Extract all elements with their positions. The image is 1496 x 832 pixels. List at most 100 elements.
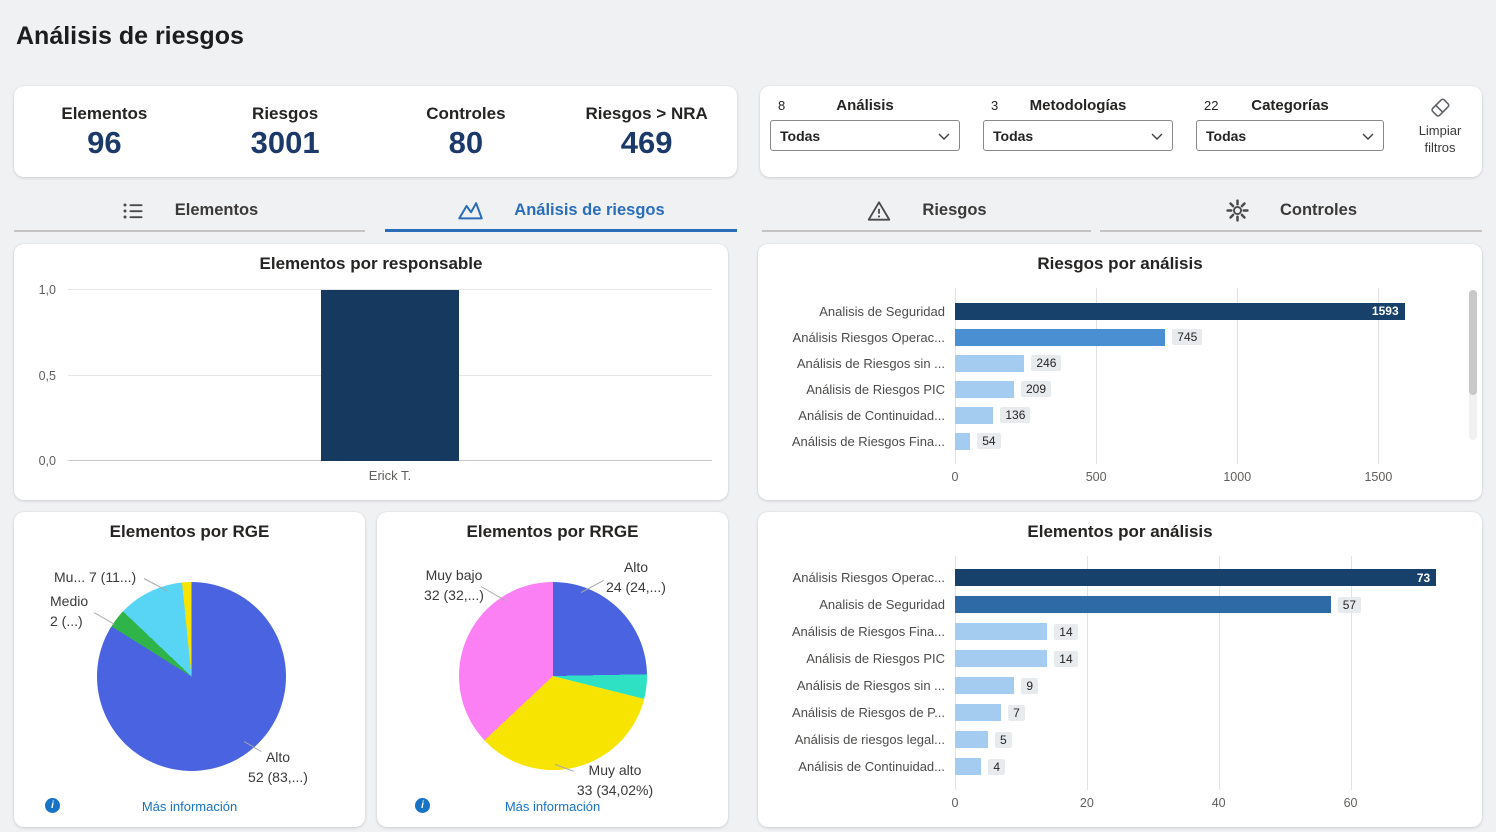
- bar-track: 7: [955, 704, 1456, 721]
- pie-callout: Muy alto 33 (34,02%): [569, 761, 661, 801]
- bar[interactable]: [955, 381, 1014, 398]
- tab-riesgos[interactable]: Riesgos: [762, 191, 1091, 232]
- kpi-value: 96: [14, 127, 195, 160]
- kpi-riesgos: Riesgos 3001: [195, 104, 376, 160]
- category-label: Análisis de Riesgos PIC: [772, 651, 955, 666]
- bar[interactable]: [955, 623, 1047, 640]
- bar[interactable]: 73: [955, 569, 1436, 586]
- bar-chart: Análisis Riesgos Operac...73Analisis de …: [758, 512, 1482, 827]
- scrollbar-thumb[interactable]: [1469, 290, 1477, 395]
- value-label: 745: [1172, 329, 1202, 345]
- pie-callout: Mu... 7 (11...): [54, 568, 136, 588]
- kpi-label: Controles: [376, 104, 557, 124]
- bar-row[interactable]: Analisis de Seguridad 1593: [772, 298, 1456, 324]
- bar-track: 14: [955, 623, 1456, 640]
- pie-chart[interactable]: [97, 582, 286, 771]
- tab-label: Elementos: [175, 201, 258, 220]
- filter-label: Metodologías: [983, 93, 1173, 114]
- bar[interactable]: [955, 433, 970, 450]
- more-info-link[interactable]: Más información: [14, 799, 365, 814]
- kpi-value: 3001: [195, 127, 376, 160]
- bar[interactable]: [955, 329, 1165, 346]
- bar[interactable]: [955, 596, 1331, 613]
- kpi-controles: Controles 80: [376, 104, 557, 160]
- bar[interactable]: [955, 731, 988, 748]
- bar-track: 54: [955, 433, 1456, 450]
- dropdown-value: Todas: [780, 128, 820, 144]
- value-label: 1593: [1372, 304, 1399, 318]
- callout-text: Muy bajo: [415, 566, 493, 586]
- bar-row[interactable]: Análisis de Riesgos sin ...246: [772, 350, 1456, 376]
- category-label: Análisis de Riesgos sin ...: [772, 678, 955, 693]
- bar-row[interactable]: Análisis de Riesgos Fina...14: [772, 618, 1456, 645]
- filters-panel: 8 Análisis Todas 3 Metodologías Todas 22…: [760, 86, 1482, 177]
- bar[interactable]: [955, 758, 981, 775]
- chart-card-elementos-por-rrge: Elementos por RRGE Muy bajo 32 (32,...) …: [377, 512, 728, 827]
- category-label: Análisis de Riesgos sin ...: [772, 356, 955, 371]
- kpi-riesgos-nra: Riesgos > NRA 469: [556, 104, 737, 160]
- bar-row[interactable]: Análisis de Riesgos PIC14: [772, 645, 1456, 672]
- bar[interactable]: [955, 677, 1014, 694]
- category-label: Análisis de Continuidad...: [772, 408, 955, 423]
- callout-text: Alto: [228, 748, 328, 768]
- x-tick-label: 1500: [1364, 470, 1392, 484]
- filter-categorias: 22 Categorías Todas: [1196, 93, 1384, 151]
- kpi-label: Elementos: [14, 104, 195, 124]
- bar-track: 1593: [955, 303, 1456, 320]
- filter-label: Categorías: [1196, 93, 1384, 114]
- bar-row[interactable]: Análisis Riesgos Operac...73: [772, 564, 1456, 591]
- bar-row[interactable]: Análisis de Riesgos PIC 209: [772, 376, 1456, 402]
- callout-text: Mu... 7 (11...): [54, 568, 136, 588]
- tab-controles[interactable]: Controles: [1100, 191, 1482, 232]
- filter-count: 3: [991, 98, 998, 113]
- bar-row[interactable]: Análisis de Riesgos de P...7: [772, 699, 1456, 726]
- analisis-dropdown[interactable]: Todas: [770, 120, 960, 151]
- value-label: 209: [1021, 381, 1051, 397]
- bar-rows: Analisis de Seguridad 1593 Análisis Riesgo…: [772, 298, 1456, 454]
- bar-rows: Análisis Riesgos Operac...73Analisis de …: [772, 564, 1456, 780]
- plot-area: [68, 290, 712, 461]
- callout-text: Alto: [597, 558, 675, 578]
- bar-row[interactable]: Análisis de Riesgos Fina...54: [772, 428, 1456, 454]
- x-axis: Erick T.: [68, 468, 712, 483]
- bar-track: 209: [955, 381, 1456, 398]
- bar-row[interactable]: Analisis de Seguridad57: [772, 591, 1456, 618]
- bar[interactable]: [321, 290, 459, 461]
- bar-row[interactable]: Análisis de riesgos legal...5: [772, 726, 1456, 753]
- value-label: 14: [1054, 624, 1077, 640]
- x-axis: 0204060: [955, 796, 1456, 812]
- vertical-scrollbar[interactable]: [1469, 290, 1477, 440]
- clear-filters-button[interactable]: Limpiar filtros: [1404, 95, 1476, 157]
- chart-card-elementos-por-rge: Elementos por RGE Mu... 7 (11...) Medio …: [14, 512, 365, 827]
- bar-row[interactable]: Análisis de Continuidad...4: [772, 753, 1456, 780]
- bar-row[interactable]: Análisis de Continuidad...136: [772, 402, 1456, 428]
- callout-text: Medio: [50, 592, 88, 612]
- bar[interactable]: [955, 355, 1024, 372]
- category-label: Análisis de Riesgos PIC: [772, 382, 955, 397]
- value-label: 7: [1008, 705, 1025, 721]
- column-chart: 1,00,50,0 Erick T.: [14, 244, 728, 500]
- bar-row[interactable]: Análisis Riesgos Operac...745: [772, 324, 1456, 350]
- tab-analisis-de-riesgos[interactable]: Análisis de riesgos: [385, 191, 737, 232]
- bar[interactable]: [955, 704, 1001, 721]
- x-tick-label: 1000: [1223, 470, 1251, 484]
- list-icon: [121, 199, 145, 223]
- bar-track: 9: [955, 677, 1456, 694]
- pie-chart[interactable]: [459, 582, 647, 770]
- categorias-dropdown[interactable]: Todas: [1196, 120, 1384, 151]
- kpi-label: Riesgos: [195, 104, 376, 124]
- category-label: Análisis de riesgos legal...: [772, 732, 955, 747]
- bar[interactable]: [955, 650, 1047, 667]
- bar[interactable]: [955, 407, 993, 424]
- category-label: Analisis de Seguridad: [772, 304, 955, 319]
- tab-elementos[interactable]: Elementos: [14, 191, 365, 232]
- bar-track: 246: [955, 355, 1456, 372]
- chart-title: Elementos por RGE: [14, 522, 365, 542]
- kpi-label: Riesgos > NRA: [556, 104, 737, 124]
- chevron-down-icon: [1151, 127, 1163, 145]
- metodologias-dropdown[interactable]: Todas: [983, 120, 1173, 151]
- more-info-link[interactable]: Más información: [377, 799, 728, 814]
- bar[interactable]: 1593: [955, 303, 1405, 320]
- warning-icon: [866, 198, 892, 224]
- bar-row[interactable]: Análisis de Riesgos sin ...9: [772, 672, 1456, 699]
